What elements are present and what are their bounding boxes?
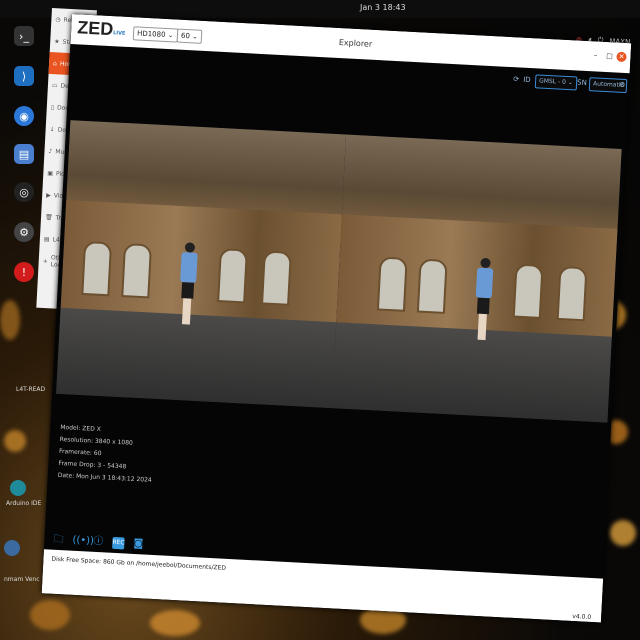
clock[interactable]: Jan 3 18:43 [360,3,406,12]
home-icon: ⌂ [52,59,58,67]
info-icon[interactable]: ⓘ [92,536,105,549]
error-icon[interactable]: ! [14,262,34,282]
download-icon: ↓ [49,125,55,133]
zed-logo: ZED [76,17,114,40]
obs-icon[interactable]: ◎ [14,182,34,202]
window-title: Explorer [338,38,373,49]
trash-icon: 🗑 [44,213,53,221]
sn-label: SN [576,78,587,88]
minimize-icon[interactable]: – [590,50,601,61]
desktop-icon: ▭ [51,81,58,89]
zed-logo-sub: LIVE [112,30,126,37]
desktop-label[interactable]: L4T-READ [16,386,45,393]
settings-icon[interactable]: ⚙ [14,222,34,242]
vscode-icon[interactable]: ⟩ [14,66,34,86]
right-camera-frame [331,134,622,423]
picture-icon: ▣ [47,169,54,177]
status-bar: Disk Free Space: 860 Gb on /home/jeebol/… [41,549,604,623]
music-icon: ♪ [48,147,53,155]
refresh-icon[interactable]: ⟳ [513,75,519,83]
chevron-down-icon: ⌄ [167,31,174,40]
zed-explorer-window: ZED LIVE HD1080 ⌄ 60 ⌄ Explorer – □ ✕ ⟳ … [41,14,632,623]
plus-icon: + [42,257,48,265]
maximize-icon[interactable]: □ [604,51,615,62]
text-editor-icon[interactable]: ▤ [14,144,34,164]
drive-icon: ▤ [43,235,50,243]
desktop-label[interactable]: Arduino IDE [6,500,41,507]
desktop-file-icon[interactable] [10,480,26,496]
star-icon: ★ [54,37,60,45]
bokeh-light [610,520,636,546]
bokeh-light [4,430,26,452]
camera-select[interactable]: GMSL - 0 ⌄ [534,74,578,91]
desktop-file-icon[interactable] [4,540,20,556]
folder-icon[interactable]: 🗀 [52,534,65,547]
clock-icon: ◷ [55,15,61,23]
camera-snapshot-icon[interactable]: ◙ [132,538,145,551]
record-icon[interactable]: REC [112,536,125,550]
video-icon: ▶ [46,191,52,199]
fps-select[interactable]: 60 ⌄ [176,28,203,44]
camera-info-panel: Model: ZED X Resolution: 3840 x 1080 Fra… [57,422,154,487]
resolution-select[interactable]: HD1080 ⌄ [132,26,178,43]
bokeh-light [30,600,70,630]
close-icon[interactable]: ✕ [616,51,627,63]
version-label: v4.0.0 [572,613,592,621]
chromium-icon[interactable]: ◉ [14,106,34,126]
bottom-toolbar: 🗀 ((•)) ⓘ REC ◙ [52,534,145,551]
bokeh-light [150,610,200,636]
camera-id-label: ID [522,75,531,85]
stereo-video-feed[interactable] [56,120,622,423]
document-icon: ▯ [50,103,55,111]
terminal-icon[interactable]: ›_ [14,26,34,46]
disk-free-space: Disk Free Space: 860 Gb on /home/jeebol/… [51,555,227,572]
left-camera-frame [56,120,347,409]
settings-gear-icon[interactable]: ⚙ [619,81,626,89]
chevron-down-icon: ⌄ [191,32,199,41]
desktop-label[interactable]: nmam Venc [4,576,40,583]
stream-icon[interactable]: ((•)) [72,535,94,548]
